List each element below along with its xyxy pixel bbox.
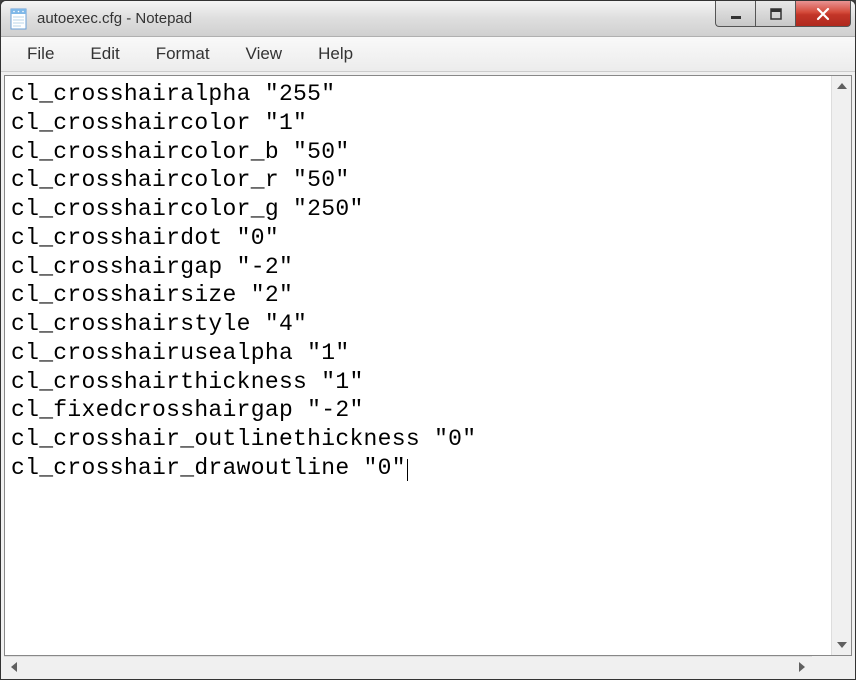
hscroll-track[interactable] [24, 657, 792, 676]
text-line: cl_crosshaircolor_g "250" [11, 195, 825, 224]
text-line: cl_crosshaircolor_b "50" [11, 138, 825, 167]
menu-file[interactable]: File [9, 39, 72, 69]
minimize-icon [730, 8, 742, 20]
menu-help[interactable]: Help [300, 39, 371, 69]
text-line: cl_crosshaircolor_r "50" [11, 166, 825, 195]
text-line: cl_crosshair_drawoutline "0" [11, 454, 825, 483]
text-cursor [407, 459, 408, 481]
notepad-window: autoexec.cfg - Notepad File Edit [0, 0, 856, 680]
menu-edit[interactable]: Edit [72, 39, 137, 69]
menu-view[interactable]: View [228, 39, 301, 69]
scroll-left-arrow-icon[interactable] [4, 657, 24, 677]
text-line: cl_crosshairthickness "1" [11, 368, 825, 397]
vertical-scrollbar[interactable] [831, 76, 851, 655]
window-controls [715, 1, 851, 27]
text-line: cl_crosshairstyle "4" [11, 310, 825, 339]
minimize-button[interactable] [715, 1, 755, 27]
editor-container: cl_crosshairalpha "255"cl_crosshaircolor… [4, 75, 852, 656]
text-line: cl_crosshairdot "0" [11, 224, 825, 253]
titlebar[interactable]: autoexec.cfg - Notepad [1, 1, 855, 37]
close-button[interactable] [795, 1, 851, 27]
scroll-down-arrow-icon[interactable] [832, 635, 852, 655]
text-line: cl_crosshairalpha "255" [11, 80, 825, 109]
notepad-icon [9, 7, 29, 31]
content-wrap: cl_crosshairalpha "255"cl_crosshaircolor… [1, 72, 855, 679]
text-line: cl_crosshairgap "-2" [11, 253, 825, 282]
text-line: cl_crosshaircolor "1" [11, 109, 825, 138]
text-editor[interactable]: cl_crosshairalpha "255"cl_crosshaircolor… [5, 76, 831, 655]
maximize-button[interactable] [755, 1, 795, 27]
scroll-up-arrow-icon[interactable] [832, 76, 852, 96]
menubar: File Edit Format View Help [1, 37, 855, 72]
text-line: cl_crosshairusealpha "1" [11, 339, 825, 368]
horizontal-scrollbar[interactable] [4, 656, 812, 676]
hscroll-row [4, 656, 852, 676]
menu-format[interactable]: Format [138, 39, 228, 69]
scroll-right-arrow-icon[interactable] [792, 657, 812, 677]
scroll-corner [832, 656, 852, 676]
text-line: cl_crosshair_outlinethickness "0" [11, 425, 825, 454]
vscroll-track[interactable] [832, 96, 851, 635]
close-icon [816, 7, 830, 21]
maximize-icon [770, 8, 782, 20]
text-line: cl_fixedcrosshairgap "-2" [11, 396, 825, 425]
text-line: cl_crosshairsize "2" [11, 281, 825, 310]
